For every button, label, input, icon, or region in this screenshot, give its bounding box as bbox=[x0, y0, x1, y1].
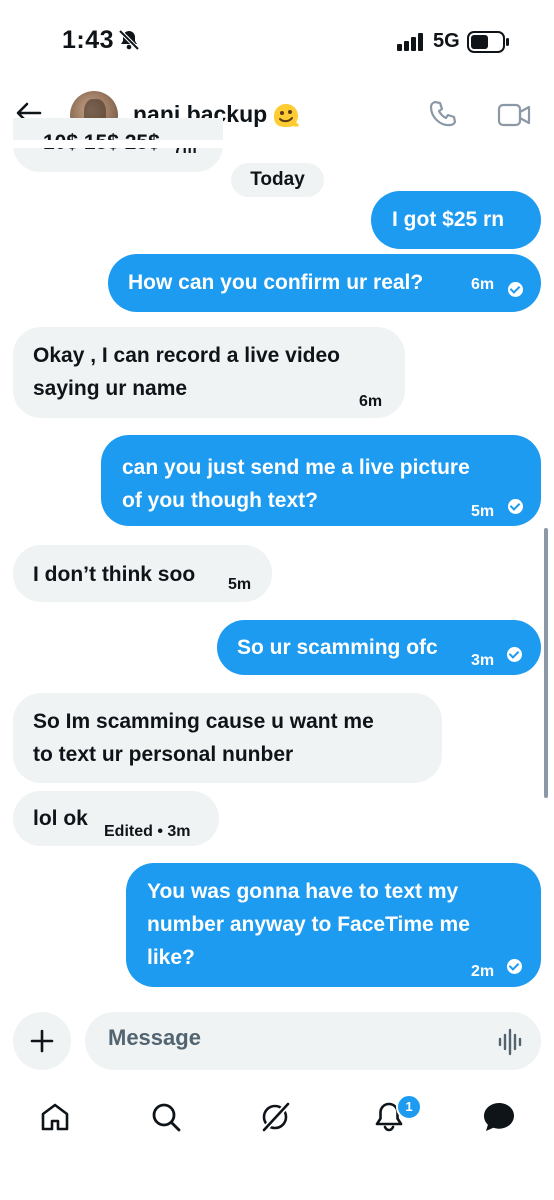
message-bubble-sent[interactable]: So ur scamming ofc 3m bbox=[217, 620, 541, 675]
message-time: 5m bbox=[471, 503, 495, 520]
notification-count-badge: 1 bbox=[396, 1094, 422, 1120]
cellular-signal-icon bbox=[397, 33, 425, 56]
message-bubble-received[interactable]: So Im scamming cause u want me to text u… bbox=[13, 693, 442, 783]
bell-off-icon bbox=[117, 28, 141, 57]
message-bubble-received[interactable]: lol ok Edited • 3m bbox=[13, 791, 219, 846]
header-bottom-mask bbox=[0, 140, 554, 148]
message-bubble-received[interactable]: I don’t think soo 5m bbox=[13, 545, 272, 602]
message-input-placeholder: Message bbox=[108, 1025, 201, 1050]
message-time: Edited • 3m bbox=[104, 823, 191, 840]
message-time: 5m bbox=[228, 576, 252, 593]
network-type: 5G bbox=[433, 30, 460, 52]
read-receipt-check-icon bbox=[507, 647, 522, 662]
home-icon[interactable] bbox=[38, 1100, 72, 1139]
messages-icon[interactable] bbox=[481, 1100, 517, 1139]
message-text-line: saying ur name bbox=[33, 377, 188, 400]
status-time: 1:43 bbox=[62, 26, 115, 54]
message-text: So ur scamming ofc bbox=[237, 636, 438, 659]
message-time: 2m bbox=[471, 963, 495, 980]
phone-call-icon[interactable] bbox=[428, 99, 458, 134]
date-separator: Today bbox=[231, 163, 324, 197]
video-call-icon[interactable] bbox=[497, 101, 531, 134]
message-bubble-sent[interactable]: can you just send me a live picture of y… bbox=[101, 435, 541, 526]
message-text: How can you confirm ur real? bbox=[128, 271, 424, 294]
battery-icon bbox=[467, 31, 511, 58]
message-text-line: You was gonna have to text my bbox=[147, 880, 459, 903]
grok-icon[interactable] bbox=[258, 1100, 292, 1139]
read-receipt-check-icon bbox=[508, 499, 523, 514]
search-icon[interactable] bbox=[149, 1100, 183, 1139]
message-text-line: number anyway to FaceTime me bbox=[147, 913, 470, 936]
message-bubble-sent[interactable]: How can you confirm ur real? 6m bbox=[108, 254, 541, 312]
message-time: 3m bbox=[471, 652, 495, 669]
read-receipt-check-icon bbox=[508, 282, 523, 297]
message-text: I got $25 rn bbox=[392, 208, 505, 231]
scrollbar[interactable] bbox=[544, 528, 548, 798]
message-bubble-received[interactable]: Okay , I can record a live video saying … bbox=[13, 327, 405, 418]
message-bubble-sent[interactable]: I got $25 rn bbox=[371, 191, 541, 249]
message-text-line: to text ur personal nunber bbox=[33, 743, 294, 766]
message-text-line: can you just send me a live picture bbox=[122, 456, 470, 479]
read-receipt-check-icon bbox=[507, 959, 522, 974]
melting-face-emoji-icon bbox=[270, 98, 302, 135]
message-bubble-sent[interactable]: You was gonna have to text my number any… bbox=[126, 863, 541, 987]
message-text: lol ok bbox=[33, 807, 88, 830]
message-text: I don’t think soo bbox=[33, 563, 196, 586]
message-time: 6m bbox=[471, 276, 495, 293]
message-text-line: So Im scamming cause u want me bbox=[33, 710, 374, 733]
voice-message-icon[interactable] bbox=[498, 1028, 524, 1061]
plus-icon bbox=[30, 1029, 54, 1053]
message-text-line: Okay , I can record a live video bbox=[33, 344, 340, 367]
message-time: 6m bbox=[359, 393, 383, 410]
add-attachment-button[interactable] bbox=[13, 1012, 71, 1070]
